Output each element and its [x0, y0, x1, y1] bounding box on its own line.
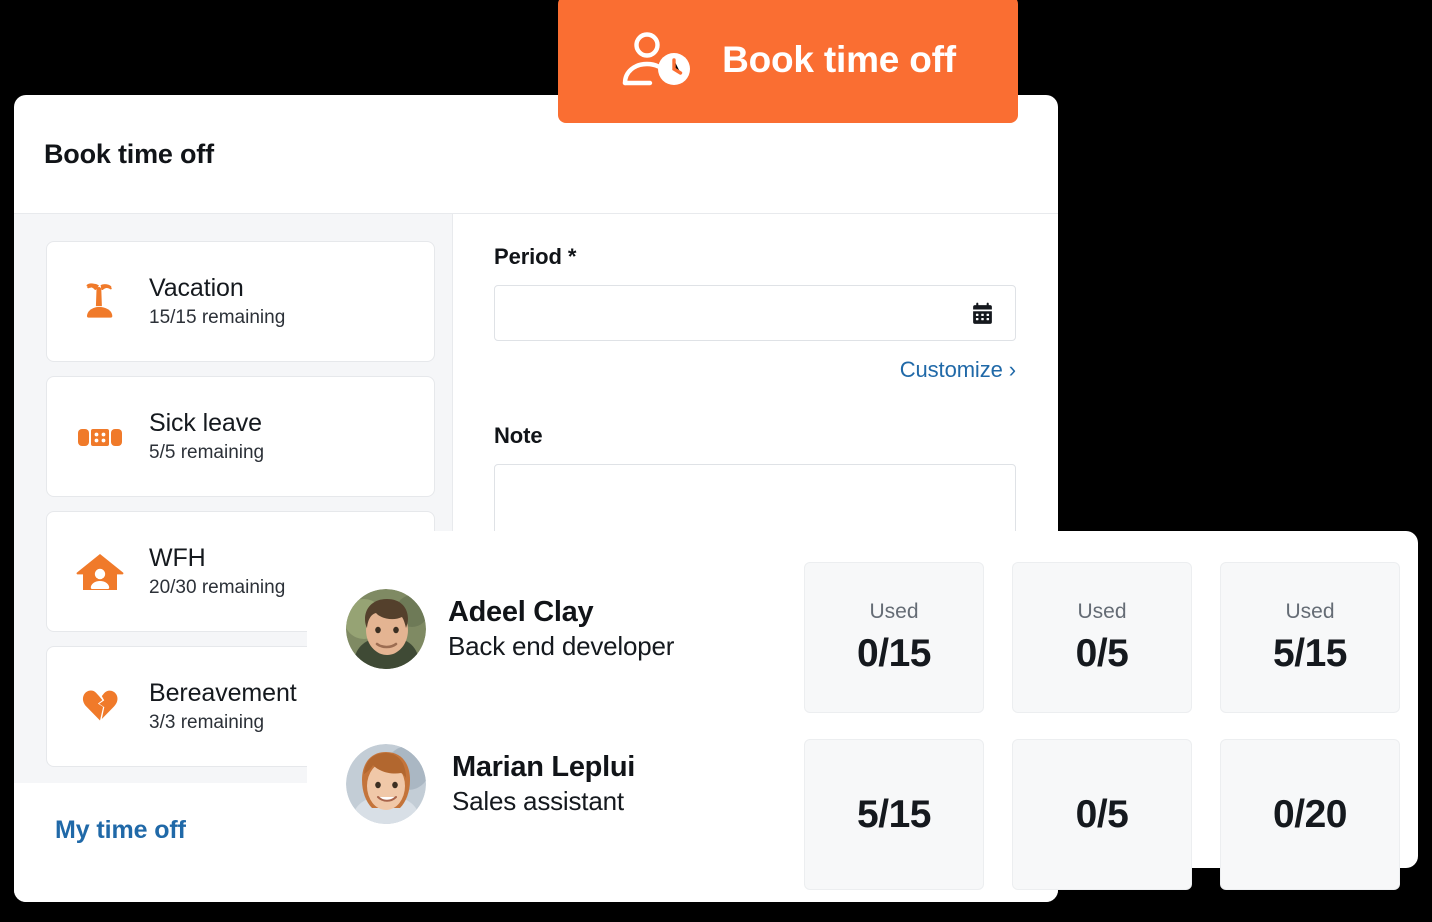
leave-type-name: Bereavement	[149, 679, 297, 707]
period-label: Period *	[494, 244, 577, 269]
person-name: Marian Leplui	[452, 751, 636, 783]
person-name: Adeel Clay	[448, 596, 594, 628]
person-info: Adeel Clay Back end developer	[448, 596, 674, 662]
balance-value: 0/5	[1075, 631, 1129, 675]
customize-link[interactable]: Customize ›	[900, 357, 1016, 383]
team-balances-card: Adeel Clay Back end developer Marian Lep…	[307, 531, 1418, 890]
avatar	[346, 744, 426, 824]
sidebar-footer	[14, 878, 453, 902]
leave-type-name: WFH	[149, 544, 206, 572]
balance-caption: Used	[1285, 599, 1335, 623]
book-time-off-button[interactable]: Book time off	[558, 0, 1018, 123]
balance-tile[interactable]: Used 5/15	[1220, 562, 1400, 713]
leave-type-remaining: 15/15 remaining	[149, 307, 286, 328]
balance-value: 5/15	[857, 792, 931, 836]
leave-type-name: Vacation	[149, 274, 244, 302]
person-role: Sales assistant	[452, 786, 624, 816]
leave-type-remaining: 3/3 remaining	[149, 712, 265, 733]
leave-type-text: Bereavement 3/3 remaining	[149, 679, 297, 734]
customize-row: Customize ›	[494, 357, 1016, 383]
broken-heart-icon	[73, 680, 127, 734]
balance-tile[interactable]: Used 0/5	[1012, 562, 1192, 713]
my-time-off-link[interactable]: My time off	[55, 816, 186, 845]
leave-type-text: Vacation 15/15 remaining	[149, 274, 285, 329]
screenshot-root: Book time off Vacation 15/15 remaining S…	[0, 0, 1432, 922]
balance-caption: Used	[869, 599, 919, 623]
bandage-icon	[73, 410, 127, 464]
people-list: Adeel Clay Back end developer Marian Lep…	[307, 562, 804, 868]
leave-type-text: WFH 20/30 remaining	[149, 544, 285, 599]
avatar	[346, 589, 426, 669]
balance-value: 5/15	[1273, 631, 1347, 675]
person-clock-icon	[620, 31, 694, 89]
leave-type-name: Sick leave	[149, 409, 262, 437]
balances-grid: Used 0/15 Used 0/5 Used 5/15 5/15 0/5 0/…	[804, 562, 1400, 890]
leave-type-card-vacation[interactable]: Vacation 15/15 remaining	[46, 241, 435, 362]
balance-caption: Used	[1077, 599, 1127, 623]
note-label: Note	[494, 423, 543, 448]
leave-type-remaining: 5/5 remaining	[149, 442, 265, 463]
period-input[interactable]	[494, 285, 1016, 341]
balance-tile[interactable]: 0/20	[1220, 739, 1400, 890]
calendar-icon[interactable]	[970, 301, 995, 326]
list-item[interactable]: Adeel Clay Back end developer	[346, 562, 804, 696]
balance-tile[interactable]: 5/15	[804, 739, 984, 890]
person-role: Back end developer	[448, 631, 675, 661]
book-time-off-label: Book time off	[722, 38, 956, 80]
person-info: Marian Leplui Sales assistant	[448, 751, 635, 817]
balance-value: 0/15	[857, 631, 931, 675]
balance-tile[interactable]: Used 0/15	[804, 562, 984, 713]
leave-type-text: Sick leave 5/5 remaining	[149, 409, 264, 464]
balance-value: 0/20	[1273, 792, 1347, 836]
balance-value: 0/5	[1075, 792, 1129, 836]
leave-type-card-sick-leave[interactable]: Sick leave 5/5 remaining	[46, 376, 435, 497]
palm-tree-icon	[73, 275, 127, 329]
page-title: Book time off	[44, 138, 214, 169]
balance-tile[interactable]: 0/5	[1012, 739, 1192, 890]
leave-type-remaining: 20/30 remaining	[149, 577, 286, 598]
list-item[interactable]: Marian Leplui Sales assistant	[346, 717, 804, 851]
home-user-icon	[73, 545, 127, 599]
